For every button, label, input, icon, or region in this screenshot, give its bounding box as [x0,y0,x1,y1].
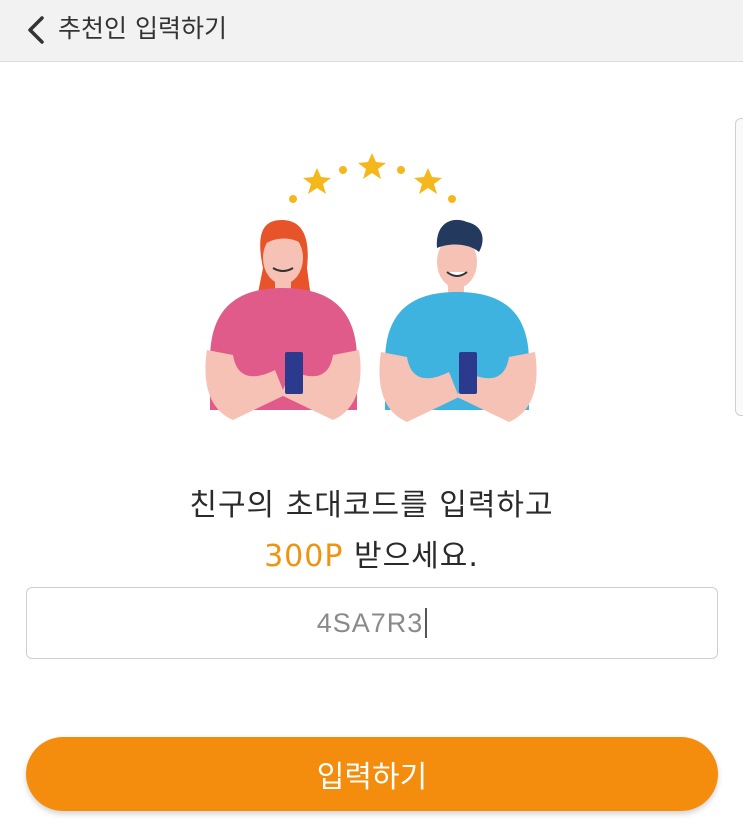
invite-code-value: 4SA7R3 [316,607,424,638]
friends-illustration [205,153,537,422]
man-figure [379,219,537,422]
submit-button[interactable]: 입력하기 [26,737,718,811]
woman-figure [205,220,361,420]
back-button[interactable] [16,8,56,52]
chevron-left-icon [28,16,44,44]
app-header: 추천인 입력하기 [0,0,743,62]
invite-code-input[interactable]: 4SA7R3 [26,587,718,659]
page-title: 추천인 입력하기 [58,14,227,43]
star-center [358,153,386,179]
scrollbar[interactable] [735,118,743,416]
invite-message-line2: 300P 받으세요. [0,531,743,575]
reward-points: 300P [264,539,344,574]
invite-message-line1: 친구의 초대코드를 입력하고 [189,488,554,523]
star-left [303,168,331,194]
invite-message-line2-text: 받으세요. [343,539,479,574]
star-right [414,168,442,194]
stars-arc [289,153,456,203]
text-cursor [425,608,428,638]
